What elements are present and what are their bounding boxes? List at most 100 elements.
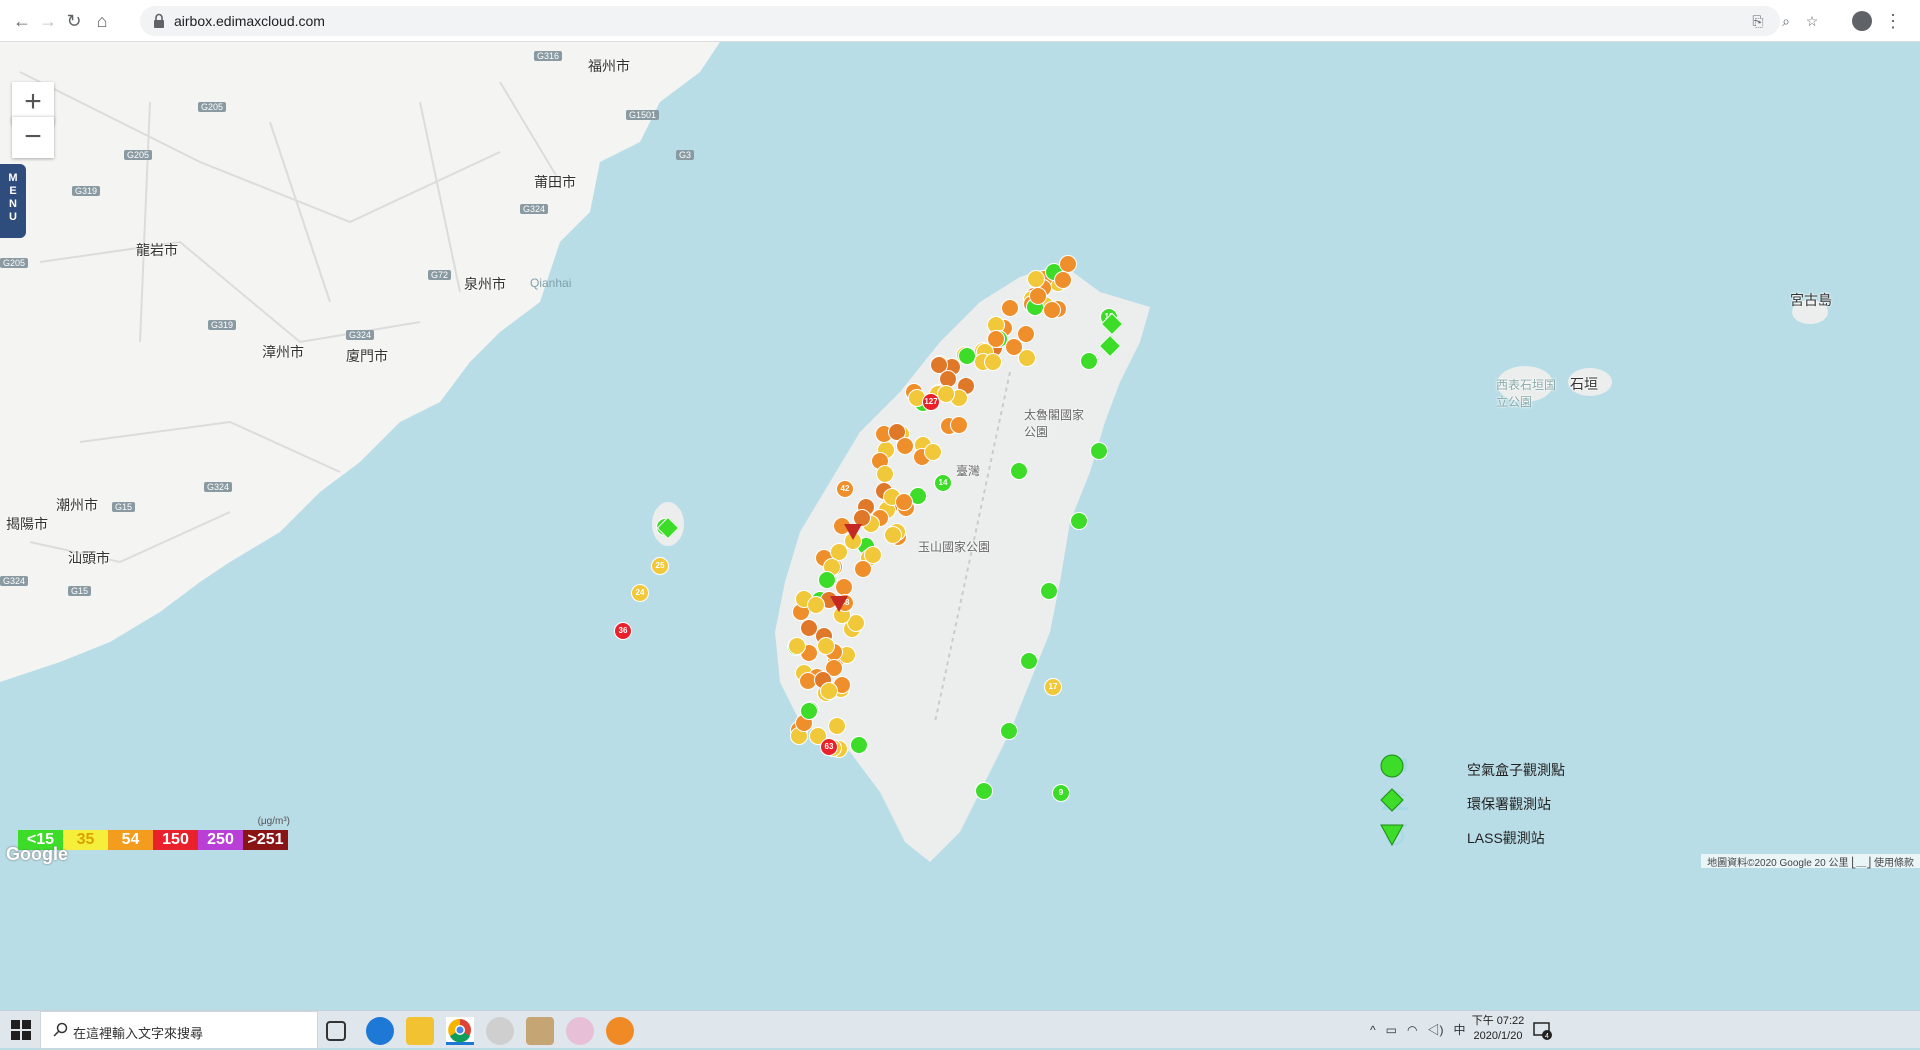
airbox-dot[interactable] bbox=[983, 352, 1002, 371]
volume-icon[interactable]: ◁) bbox=[1428, 1023, 1444, 1037]
airbox-dot[interactable] bbox=[1090, 442, 1108, 460]
blender-app-icon[interactable] bbox=[606, 1017, 634, 1045]
station-legend: 空氣盒子觀測點 環保署觀測站 LASS觀測站 bbox=[1380, 754, 1570, 854]
road-label: G15 bbox=[112, 502, 136, 512]
legend-label: 空氣盒子觀測點 bbox=[1467, 762, 1565, 778]
map-attribution[interactable]: 地圖資料©2020 Google 20 公里 ⎣＿⎦ 使用條款 bbox=[1701, 854, 1920, 869]
chevron-up-icon[interactable]: ^ bbox=[1370, 1023, 1376, 1037]
airbox-dot[interactable] bbox=[827, 716, 846, 735]
airbox-dot[interactable] bbox=[1010, 462, 1028, 480]
menu-tab[interactable]: MENU bbox=[0, 164, 26, 238]
road-label: G205 bbox=[124, 150, 153, 160]
airbox-dot[interactable] bbox=[1070, 512, 1088, 530]
sketch-app-icon[interactable] bbox=[566, 1017, 594, 1045]
road-label: G15 bbox=[68, 586, 92, 596]
notification-center-icon[interactable]: 4 bbox=[1532, 1020, 1552, 1040]
profile-icon[interactable] bbox=[1852, 11, 1872, 31]
chrome-logo-icon bbox=[448, 1018, 471, 1043]
road-label: G72 bbox=[428, 270, 452, 280]
address-bar[interactable]: airbox.edimaxcloud.com ⎘ ⌕ ☆ bbox=[140, 6, 1818, 36]
road-label: G205 bbox=[0, 258, 29, 268]
wifi-icon[interactable]: ◠ bbox=[1407, 1023, 1417, 1037]
aqi-level-cell: 35 bbox=[63, 830, 108, 850]
bird-app-icon[interactable] bbox=[526, 1017, 554, 1045]
task-view-icon[interactable] bbox=[326, 1021, 346, 1041]
aqi-level-cell: 150 bbox=[153, 830, 198, 850]
airbox-dot[interactable] bbox=[1043, 300, 1062, 319]
city-label: 福州市 bbox=[588, 58, 630, 74]
road-label: G319 bbox=[208, 320, 237, 330]
legend-label: 環保署觀測站 bbox=[1467, 796, 1551, 812]
map-canvas[interactable]: 福州市 莆田市 龍岩市 泉州市 漳州市 廈門市 潮州市 揭陽市 汕頭市 宮古島 … bbox=[0, 42, 1920, 1010]
url-text[interactable]: airbox.edimaxcloud.com bbox=[174, 13, 325, 29]
airbox-marker[interactable]: 36 bbox=[614, 622, 632, 640]
airbox-dot[interactable] bbox=[816, 637, 835, 656]
taskbar-search-box[interactable]: 在這裡輸入文字來搜尋 bbox=[40, 1011, 318, 1049]
road-label: G324 bbox=[346, 330, 375, 340]
zoom-icon[interactable]: ⌕ bbox=[1776, 11, 1796, 31]
airbox-marker[interactable]: 42 bbox=[836, 480, 854, 498]
more-menu-icon[interactable]: ⋮ bbox=[1884, 9, 1902, 33]
airbox-marker[interactable]: 9 bbox=[1052, 784, 1070, 802]
airbox-dot[interactable] bbox=[1004, 337, 1023, 356]
legend-label: LASS觀測站 bbox=[1467, 830, 1545, 846]
lass-station-marker[interactable] bbox=[830, 596, 848, 612]
airbox-dot[interactable] bbox=[806, 596, 825, 615]
road-label: G3 bbox=[676, 150, 695, 160]
airbox-dot[interactable] bbox=[817, 571, 836, 590]
airbox-dot[interactable] bbox=[1000, 722, 1018, 740]
file-explorer-icon[interactable] bbox=[406, 1017, 434, 1045]
airbox-dot[interactable] bbox=[1027, 269, 1046, 288]
airbox-dot[interactable] bbox=[819, 681, 838, 700]
airbox-dot[interactable] bbox=[1001, 298, 1020, 317]
airbox-dot[interactable] bbox=[849, 735, 868, 754]
airbox-marker[interactable]: 17 bbox=[1044, 678, 1062, 696]
legend-row-airbox: 空氣盒子觀測點 bbox=[1380, 754, 1570, 784]
airbox-marker[interactable]: 14 bbox=[934, 474, 952, 492]
clock-date: 2020/1/20 bbox=[1473, 1030, 1523, 1042]
windows-start-icon[interactable] bbox=[10, 1019, 32, 1041]
airbox-marker[interactable]: 63 bbox=[820, 738, 838, 756]
ime-indicator[interactable]: 中 bbox=[1454, 1023, 1466, 1037]
legend-row-epa: 環保署觀測站 bbox=[1380, 788, 1570, 818]
airbox-dot[interactable] bbox=[975, 782, 993, 800]
road-label: G319 bbox=[72, 186, 101, 196]
airbox-marker[interactable]: 24 bbox=[631, 584, 649, 602]
road-label: G324 bbox=[204, 482, 233, 492]
battery-icon[interactable]: ▭ bbox=[1386, 1023, 1397, 1037]
search-icon bbox=[53, 1022, 68, 1037]
airbox-dot[interactable] bbox=[1020, 652, 1038, 670]
chrome-browser-icon[interactable] bbox=[446, 1017, 474, 1045]
city-label: 西表石垣国立公園 bbox=[1496, 378, 1557, 409]
city-label: 太魯閣國家公園 bbox=[1024, 408, 1085, 439]
taskbar-search-placeholder: 在這裡輸入文字來搜尋 bbox=[73, 1026, 204, 1041]
airbox-dot[interactable] bbox=[1080, 352, 1098, 370]
back-icon[interactable]: ← bbox=[10, 9, 34, 33]
airbox-dot[interactable] bbox=[1053, 271, 1072, 290]
airbox-marker[interactable]: 25 bbox=[651, 557, 669, 575]
airbox-dot[interactable] bbox=[949, 415, 968, 434]
lass-station-marker[interactable] bbox=[844, 524, 862, 540]
star-icon[interactable]: ☆ bbox=[1802, 11, 1822, 31]
edge-browser-icon[interactable] bbox=[366, 1017, 394, 1045]
city-label: 龍岩市 bbox=[136, 242, 178, 258]
city-label: 揭陽市 bbox=[6, 516, 48, 532]
map-base bbox=[0, 42, 1828, 862]
home-icon[interactable]: ⌂ bbox=[90, 9, 114, 33]
road-label: G324 bbox=[0, 576, 29, 586]
compass-app-icon[interactable] bbox=[486, 1017, 514, 1045]
forward-icon[interactable]: → bbox=[36, 9, 60, 33]
airbox-marker[interactable]: 127 bbox=[922, 393, 940, 411]
clock[interactable]: 下午 07:22 2020/1/20 bbox=[1468, 1014, 1528, 1044]
city-label: 漳州市 bbox=[262, 344, 304, 360]
system-tray[interactable]: ^ ▭ ◠ ◁) 中 bbox=[1370, 1021, 1466, 1038]
translate-icon[interactable]: ⎘ bbox=[1748, 11, 1768, 31]
sea-label: Qianhai bbox=[530, 276, 572, 290]
airbox-dot[interactable] bbox=[1040, 582, 1058, 600]
reload-icon[interactable]: ↻ bbox=[62, 9, 86, 33]
zoom-out-button[interactable]: − bbox=[12, 116, 54, 158]
green-diamond-marker-icon bbox=[1380, 788, 1404, 812]
airbox-dot[interactable] bbox=[800, 702, 819, 721]
browser-toolbar: ← → ↻ ⌂ airbox.edimaxcloud.com ⎘ ⌕ ☆ ⋮ bbox=[0, 0, 1920, 42]
road-label: G1501 bbox=[626, 110, 660, 120]
